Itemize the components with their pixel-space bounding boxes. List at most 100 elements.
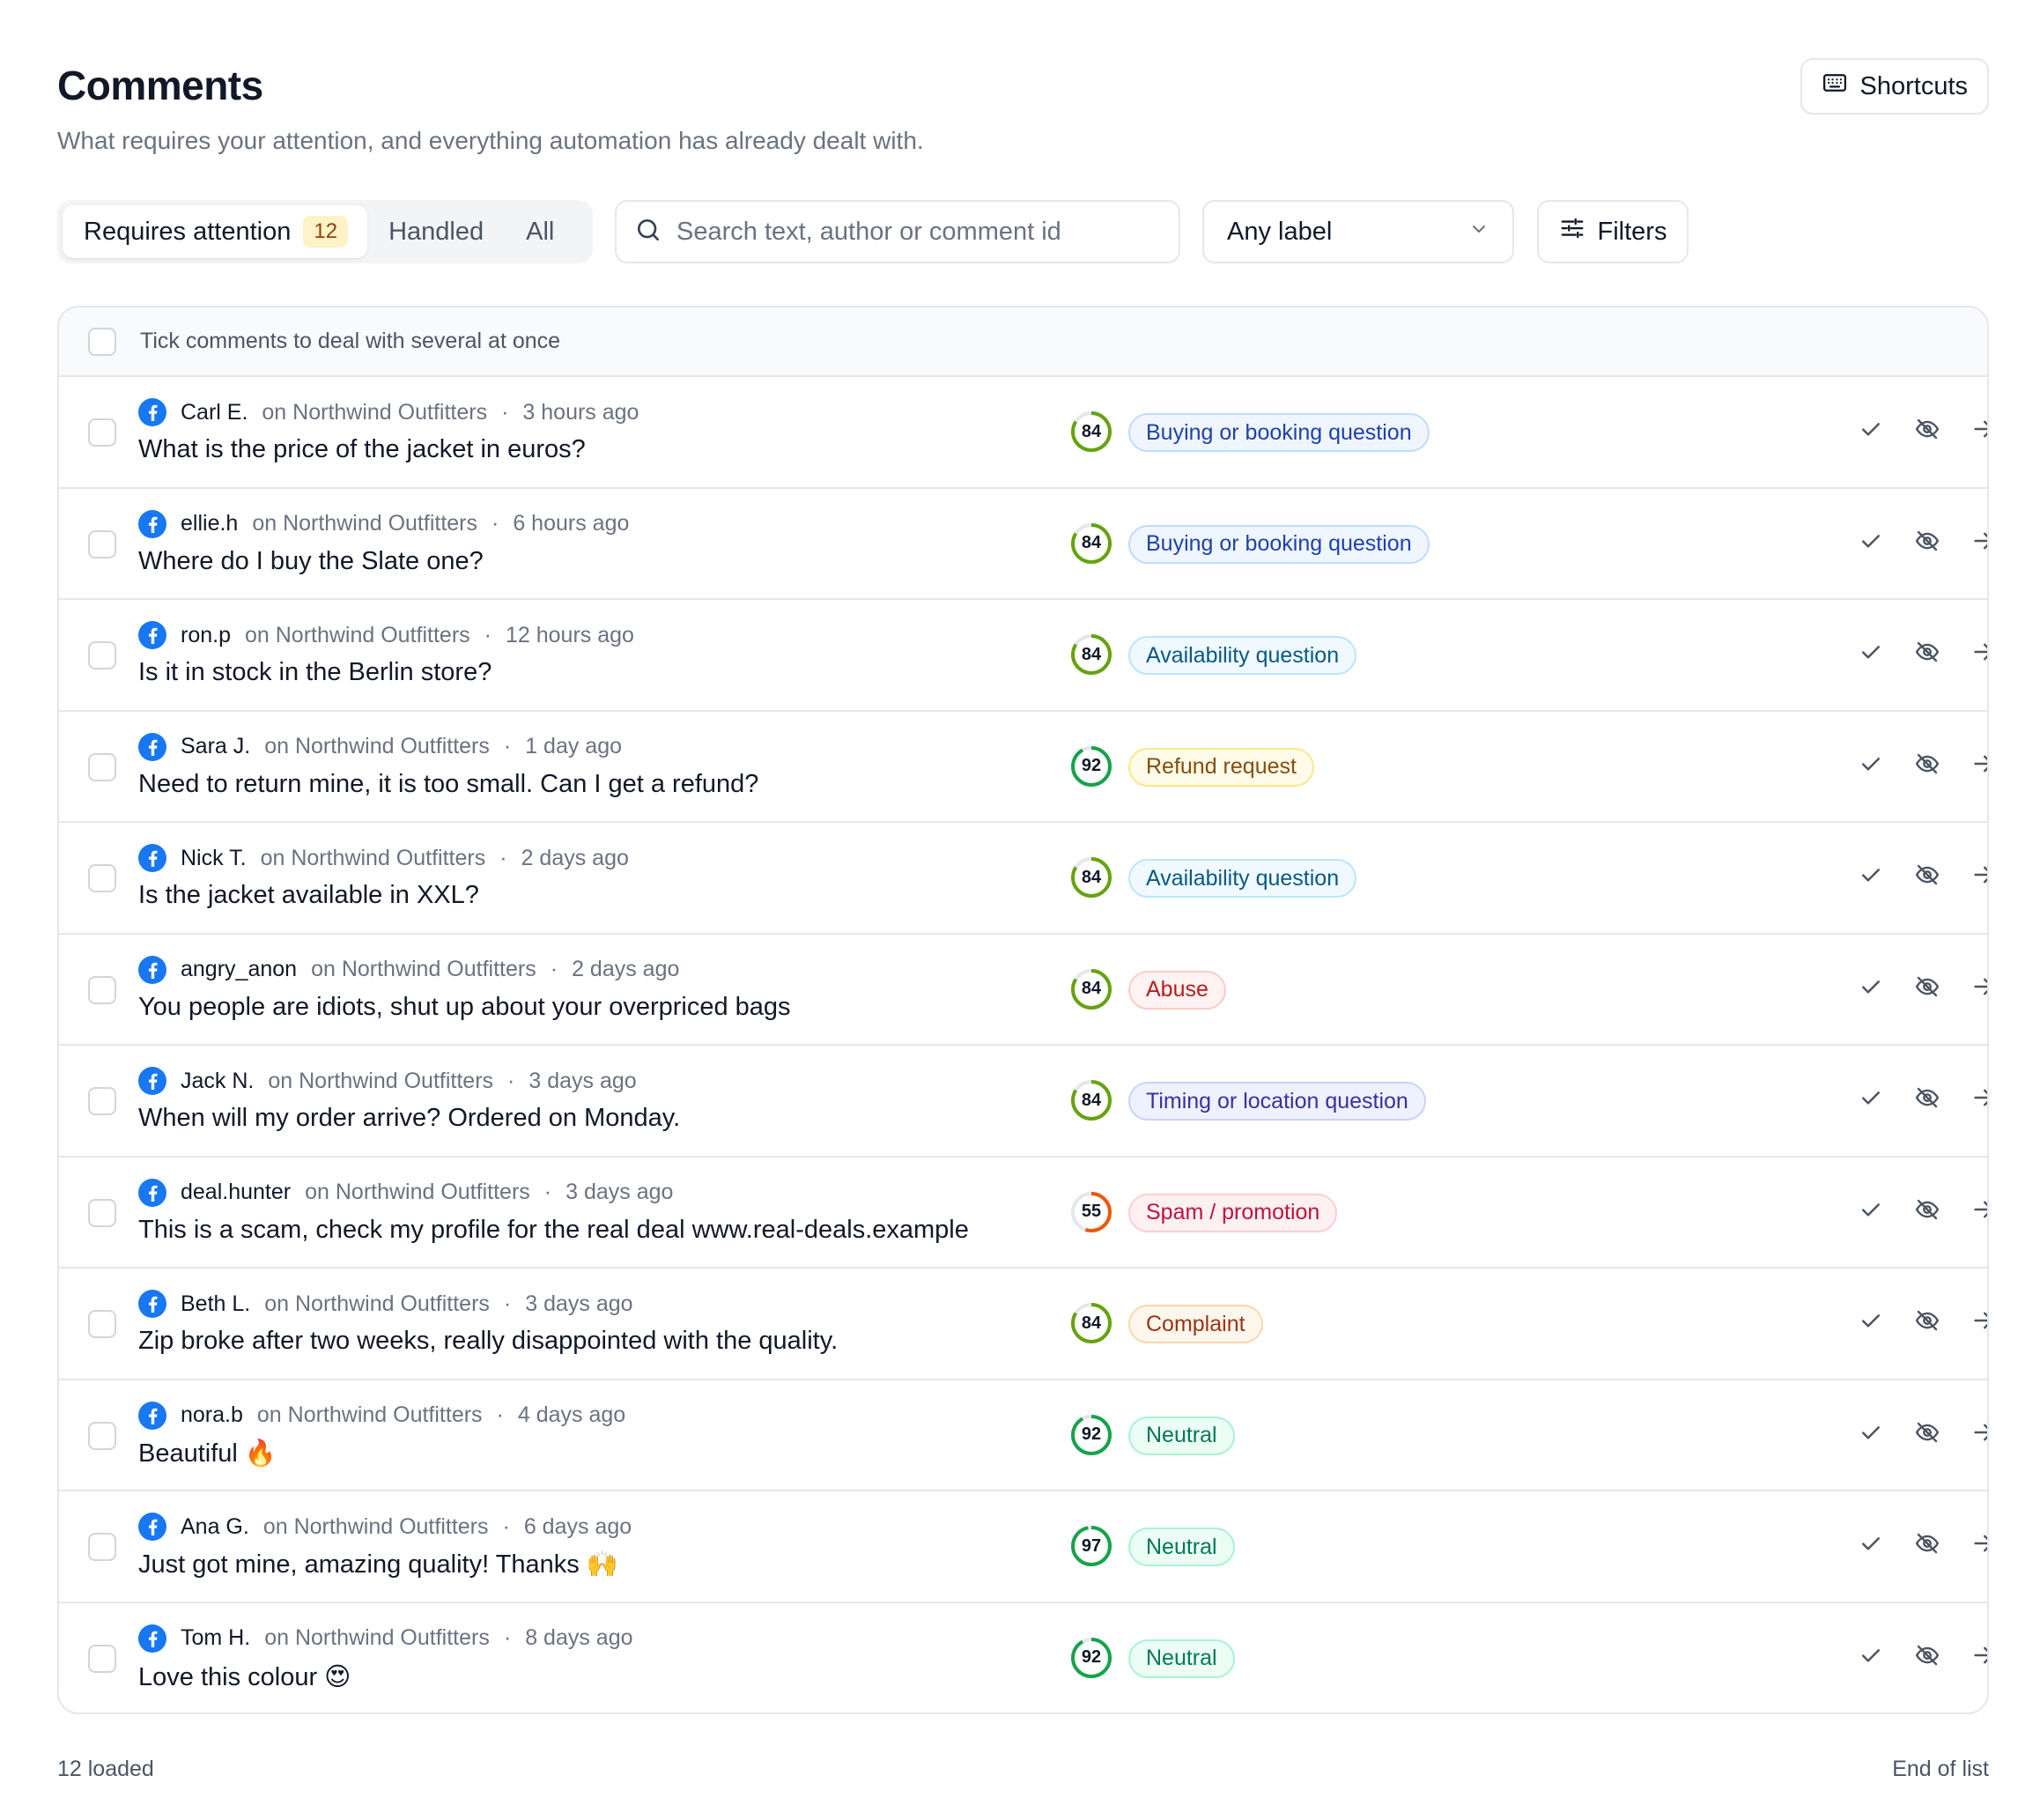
comment-row[interactable]: Ana G. on Northwind Outfitters · 6 days …: [59, 1491, 1987, 1603]
comment-row[interactable]: ellie.h on Northwind Outfitters · 6 hour…: [59, 489, 1987, 600]
eye-off-icon[interactable]: [1912, 1306, 1942, 1335]
arrow-right-icon[interactable]: [1969, 972, 1987, 1002]
check-icon[interactable]: [1856, 1083, 1886, 1113]
label-badge[interactable]: Abuse: [1128, 970, 1226, 1010]
select-all-checkbox[interactable]: [88, 327, 116, 356]
confidence-score: 55: [1068, 1189, 1114, 1235]
comment-row[interactable]: Nick T. on Northwind Outfitters · 2 days…: [59, 823, 1987, 935]
arrow-right-icon[interactable]: [1969, 1195, 1987, 1224]
eye-off-icon[interactable]: [1912, 972, 1942, 1002]
comment-text: Love this colour 😍: [138, 1662, 351, 1691]
comment-row[interactable]: Jack N. on Northwind Outfitters · 3 days…: [59, 1046, 1987, 1158]
comment-row[interactable]: Beth L. on Northwind Outfitters · 3 days…: [59, 1269, 1987, 1380]
shortcuts-button[interactable]: Shortcuts: [1800, 58, 1989, 115]
eye-off-icon[interactable]: [1912, 1640, 1942, 1670]
label-badge[interactable]: Neutral: [1128, 1528, 1235, 1566]
arrow-right-icon[interactable]: [1969, 1306, 1987, 1335]
author-name[interactable]: Nick T.: [181, 846, 247, 871]
label-badge[interactable]: Neutral: [1128, 1416, 1235, 1455]
filters-button[interactable]: Filters: [1537, 200, 1689, 263]
check-icon[interactable]: [1856, 526, 1886, 556]
label-filter-select[interactable]: Any label: [1202, 200, 1514, 263]
author-name[interactable]: angry_anon: [181, 957, 297, 982]
author-name[interactable]: Jack N.: [181, 1069, 254, 1094]
arrow-right-icon[interactable]: [1969, 414, 1987, 444]
timestamp: 2 days ago: [572, 957, 680, 981]
label-badge[interactable]: Availability question: [1128, 859, 1357, 898]
label-badge[interactable]: Neutral: [1128, 1639, 1235, 1678]
arrow-right-icon[interactable]: [1969, 1417, 1987, 1447]
check-icon[interactable]: [1856, 1528, 1886, 1558]
arrow-right-icon[interactable]: [1969, 1083, 1987, 1113]
arrow-right-icon[interactable]: [1969, 1528, 1987, 1558]
author-name[interactable]: Sara J.: [181, 734, 250, 759]
arrow-right-icon[interactable]: [1969, 637, 1987, 667]
tab-requires-attention[interactable]: Requires attention 12: [63, 205, 368, 258]
label-badge[interactable]: Complaint: [1128, 1305, 1263, 1343]
check-icon[interactable]: [1856, 860, 1886, 890]
eye-off-icon[interactable]: [1912, 1528, 1942, 1558]
check-icon[interactable]: [1856, 414, 1886, 444]
label-badge[interactable]: Buying or booking question: [1128, 413, 1430, 452]
label-badge[interactable]: Refund request: [1128, 747, 1314, 787]
author-name[interactable]: deal.hunter: [181, 1180, 291, 1205]
row-checkbox[interactable]: [88, 864, 116, 892]
eye-off-icon[interactable]: [1912, 526, 1942, 556]
author-name[interactable]: nora.b: [181, 1402, 243, 1428]
comment-row[interactable]: deal.hunter on Northwind Outfitters · 3 …: [59, 1158, 1987, 1269]
comment-row[interactable]: Carl E. on Northwind Outfitters · 3 hour…: [59, 377, 1987, 489]
eye-off-icon[interactable]: [1912, 860, 1942, 890]
row-checkbox[interactable]: [88, 752, 116, 781]
check-icon[interactable]: [1856, 1306, 1886, 1335]
label-badge[interactable]: Availability question: [1128, 636, 1357, 675]
eye-off-icon[interactable]: [1912, 1417, 1942, 1447]
eye-off-icon[interactable]: [1912, 637, 1942, 667]
author-name[interactable]: Beth L.: [181, 1291, 250, 1317]
eye-off-icon[interactable]: [1912, 414, 1942, 444]
row-checkbox[interactable]: [88, 1310, 116, 1338]
comment-row[interactable]: ron.p on Northwind Outfitters · 12 hours…: [59, 600, 1987, 712]
row-checkbox[interactable]: [88, 418, 116, 447]
tab-all[interactable]: All: [505, 205, 575, 258]
label-badge[interactable]: Buying or booking question: [1128, 524, 1430, 564]
row-checkbox[interactable]: [88, 529, 116, 559]
row-checkbox[interactable]: [88, 1198, 116, 1227]
author-name[interactable]: Ana G.: [181, 1514, 249, 1540]
author-name[interactable]: ron.p: [181, 623, 231, 648]
author-name[interactable]: Tom H.: [181, 1625, 250, 1651]
eye-off-icon[interactable]: [1912, 1195, 1942, 1224]
check-icon[interactable]: [1856, 972, 1886, 1002]
separator-dot: ·: [501, 399, 509, 425]
row-checkbox[interactable]: [88, 1087, 116, 1115]
arrow-right-icon[interactable]: [1969, 860, 1987, 890]
row-checkbox[interactable]: [88, 975, 116, 1004]
row-checkbox[interactable]: [88, 1421, 116, 1450]
row-checkbox[interactable]: [88, 1644, 116, 1673]
author-name[interactable]: ellie.h: [181, 511, 238, 536]
check-icon[interactable]: [1856, 749, 1886, 779]
check-icon[interactable]: [1856, 637, 1886, 667]
author-name[interactable]: Carl E.: [181, 400, 248, 425]
arrow-right-icon[interactable]: [1969, 1640, 1987, 1670]
comment-row[interactable]: angry_anon on Northwind Outfitters · 2 d…: [59, 935, 1987, 1046]
label-badge[interactable]: Timing or location question: [1128, 1082, 1426, 1121]
facebook-icon: [138, 732, 166, 761]
check-icon[interactable]: [1856, 1417, 1886, 1447]
arrow-right-icon[interactable]: [1969, 749, 1987, 779]
comment-text: Zip broke after two weeks, really disapp…: [138, 1327, 839, 1355]
comment-row[interactable]: Sara J. on Northwind Outfitters · 1 day …: [59, 712, 1987, 823]
check-icon[interactable]: [1856, 1195, 1886, 1224]
eye-off-icon[interactable]: [1912, 1083, 1942, 1113]
tab-handled[interactable]: Handled: [367, 205, 505, 258]
check-icon[interactable]: [1856, 1640, 1886, 1670]
comment-row[interactable]: nora.b on Northwind Outfitters · 4 days …: [59, 1380, 1987, 1491]
row-checkbox[interactable]: [88, 1533, 116, 1561]
label-badge[interactable]: Spam / promotion: [1128, 1193, 1338, 1232]
search-input[interactable]: [676, 217, 1161, 247]
eye-off-icon[interactable]: [1912, 749, 1942, 779]
page-name: on Northwind Outfitters: [260, 845, 486, 870]
row-checkbox[interactable]: [88, 641, 116, 670]
arrow-right-icon[interactable]: [1969, 526, 1987, 556]
page-name: on Northwind Outfitters: [262, 1513, 489, 1539]
comment-row[interactable]: Tom H. on Northwind Outfitters · 8 days …: [59, 1603, 1987, 1713]
